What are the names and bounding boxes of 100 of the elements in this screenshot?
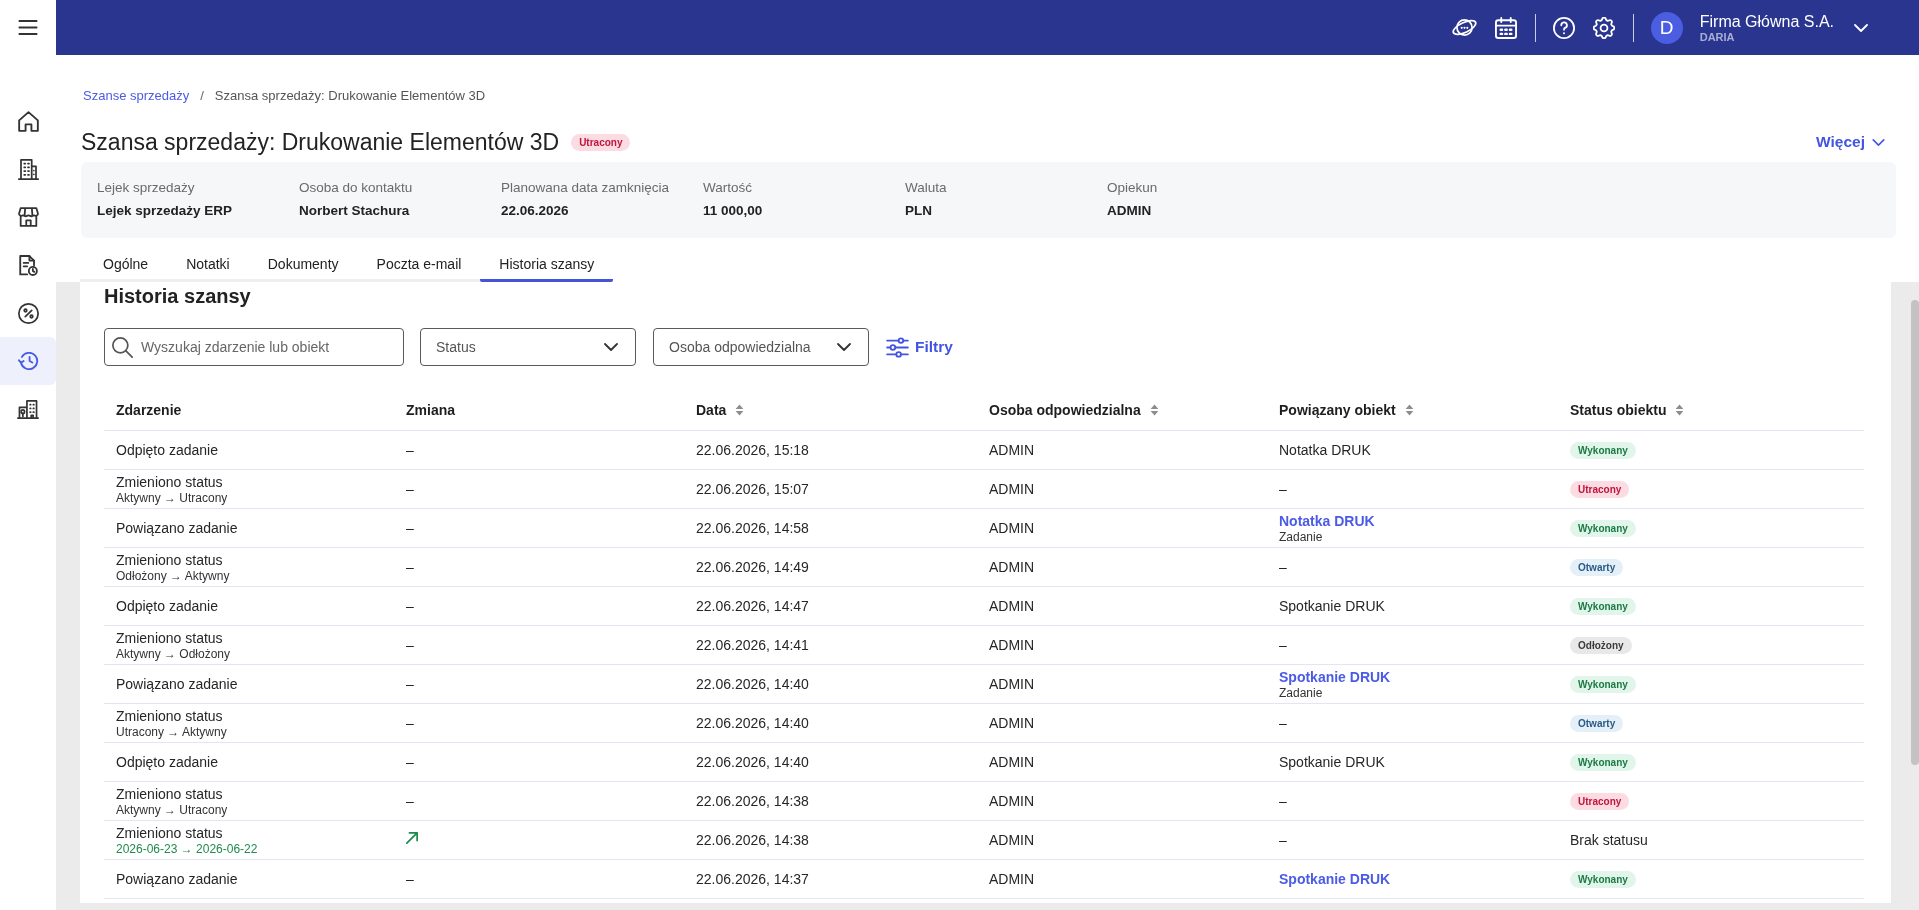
event-name: Zmieniono status (116, 785, 224, 803)
event-name: Powiązano zadanie (116, 519, 239, 537)
status-badge: Wykonany (1570, 870, 1636, 888)
object-type: Zadanie (1279, 529, 1324, 544)
dropdown-field[interactable]: Osoba odpowiedzialna (653, 328, 869, 366)
document-clock-icon (18, 254, 38, 276)
tab[interactable]: Notatki (167, 248, 249, 282)
tab[interactable]: Ogólne (80, 248, 168, 282)
column-header: Zmiana (406, 402, 455, 418)
date-cell-text: 22.06.2026, 14:49 (696, 558, 810, 576)
tab[interactable]: Dokumenty (248, 248, 358, 282)
search-icon (112, 337, 133, 358)
field-label: Opiekun (1107, 179, 1159, 197)
field-value: Lejek sprzedaży ERP (97, 202, 234, 220)
object-name: – (1279, 636, 1288, 654)
field-value: Norbert Stachura (299, 202, 411, 220)
object-link[interactable]: Spotkanie DRUK (1279, 668, 1546, 686)
sort-icon[interactable] (1149, 404, 1159, 416)
event-name: Zmieniono status (116, 551, 224, 569)
office-building-icon (17, 158, 39, 180)
person-cell-text: ADMIN (989, 792, 1036, 810)
object-name: Notatka DRUK (1279, 441, 1372, 459)
event-name: Odpięto zadanie (116, 597, 219, 615)
status-badge: Wykonany (1570, 441, 1636, 459)
event-name: Odpięto zadanie (116, 441, 219, 459)
buildings-icon (17, 399, 39, 419)
status-badge: Utracony (571, 133, 631, 151)
event-detail: Utracony → Aktywny (116, 724, 228, 739)
status-badge: Odłożony (1570, 636, 1632, 654)
event-detail: Aktywny → Utracony (116, 490, 229, 505)
column-header[interactable]: Status obiektu (1570, 402, 1685, 418)
change-text: – (406, 597, 415, 615)
object-name: Spotkanie DRUK (1279, 753, 1386, 771)
date-cell-text: 22.06.2026, 14:38 (696, 792, 810, 810)
object-link[interactable]: Notatka DRUK (1279, 512, 1546, 530)
scrollbar-thumb[interactable] (1911, 300, 1919, 765)
chevron-down-icon[interactable] (1854, 23, 1868, 32)
change-text: – (406, 714, 415, 732)
change-text: – (406, 870, 415, 888)
filter-icon (886, 336, 909, 358)
change-text: – (406, 519, 415, 537)
object-link[interactable]: Spotkanie DRUK (1279, 870, 1546, 888)
event-name: Odpięto zadanie (116, 753, 219, 771)
date-cell-text: 22.06.2026, 14:40 (696, 675, 810, 693)
object-name: – (1279, 714, 1288, 732)
object-name: Spotkanie DRUK (1279, 597, 1386, 615)
date-cell-text: 22.06.2026, 14:37 (696, 870, 810, 888)
event-name: Zmieniono status (116, 707, 224, 725)
breadcrumb-separator: / (200, 87, 204, 105)
object-name: – (1279, 480, 1288, 498)
sort-icon[interactable] (1404, 404, 1414, 416)
settings-icon[interactable] (1592, 16, 1615, 39)
event-detail: 2026-06-23 → 2026-06-22 (116, 841, 259, 856)
person-cell-text: ADMIN (989, 831, 1036, 849)
orbit-icon[interactable] (1451, 19, 1477, 36)
search-field[interactable]: Wyszukaj zdarzenie lub obiekt (104, 328, 404, 366)
menu-icon[interactable] (18, 20, 38, 35)
person-cell-text: ADMIN (989, 480, 1036, 498)
column-header[interactable]: Powiązany obiekt (1279, 402, 1414, 418)
status-badge: Otwarty (1570, 558, 1624, 576)
object-name: – (1279, 558, 1288, 576)
date-cell-text: 22.06.2026, 15:18 (696, 441, 810, 459)
more-button[interactable]: Więcej (1816, 133, 1885, 151)
person-cell-text: ADMIN (989, 558, 1036, 576)
person-cell-text: ADMIN (989, 870, 1036, 888)
status-badge: Wykonany (1570, 753, 1636, 771)
home-icon (17, 110, 39, 132)
person-cell-text: ADMIN (989, 714, 1036, 732)
breadcrumb-link[interactable]: Szanse sprzedaży (83, 87, 190, 105)
status-badge: Utracony (1570, 792, 1630, 810)
status-badge: Wykonany (1570, 519, 1636, 537)
tab[interactable]: Poczta e-mail (357, 248, 481, 282)
person-cell-text: ADMIN (989, 675, 1036, 693)
status-badge: Wykonany (1570, 597, 1636, 615)
event-name: Zmieniono status (116, 824, 224, 842)
date-cell-text: 22.06.2026, 14:41 (696, 636, 810, 654)
dropdown-field[interactable]: Status (420, 328, 636, 366)
chevron-down-icon (604, 343, 618, 351)
date-cell-text: 22.06.2026, 15:07 (696, 480, 810, 498)
help-icon[interactable] (1552, 16, 1575, 39)
sort-icon[interactable] (735, 404, 745, 416)
change-text: – (406, 792, 415, 810)
field-label: Wartość (703, 179, 753, 197)
filter-button[interactable]: Filtry (886, 336, 953, 358)
change-text: – (406, 558, 415, 576)
object-name: – (1279, 792, 1288, 810)
user-avatar[interactable]: D (1650, 11, 1683, 44)
change-text: – (406, 636, 415, 654)
date-cell-text: 22.06.2026, 14:40 (696, 753, 810, 771)
section-title: Historia szansy (104, 284, 252, 308)
event-name: Powiązano zadanie (116, 675, 239, 693)
field-value: 22.06.2026 (501, 202, 570, 220)
calendar-icon[interactable] (1494, 16, 1517, 39)
person-cell-text: ADMIN (989, 441, 1036, 459)
column-header[interactable]: Osoba odpowiedzialna (989, 402, 1159, 418)
object-name: – (1279, 831, 1288, 849)
chevron-down-icon (837, 343, 851, 351)
sort-icon[interactable] (1675, 404, 1685, 416)
column-header[interactable]: Data (696, 402, 745, 418)
percent-icon (17, 302, 39, 324)
